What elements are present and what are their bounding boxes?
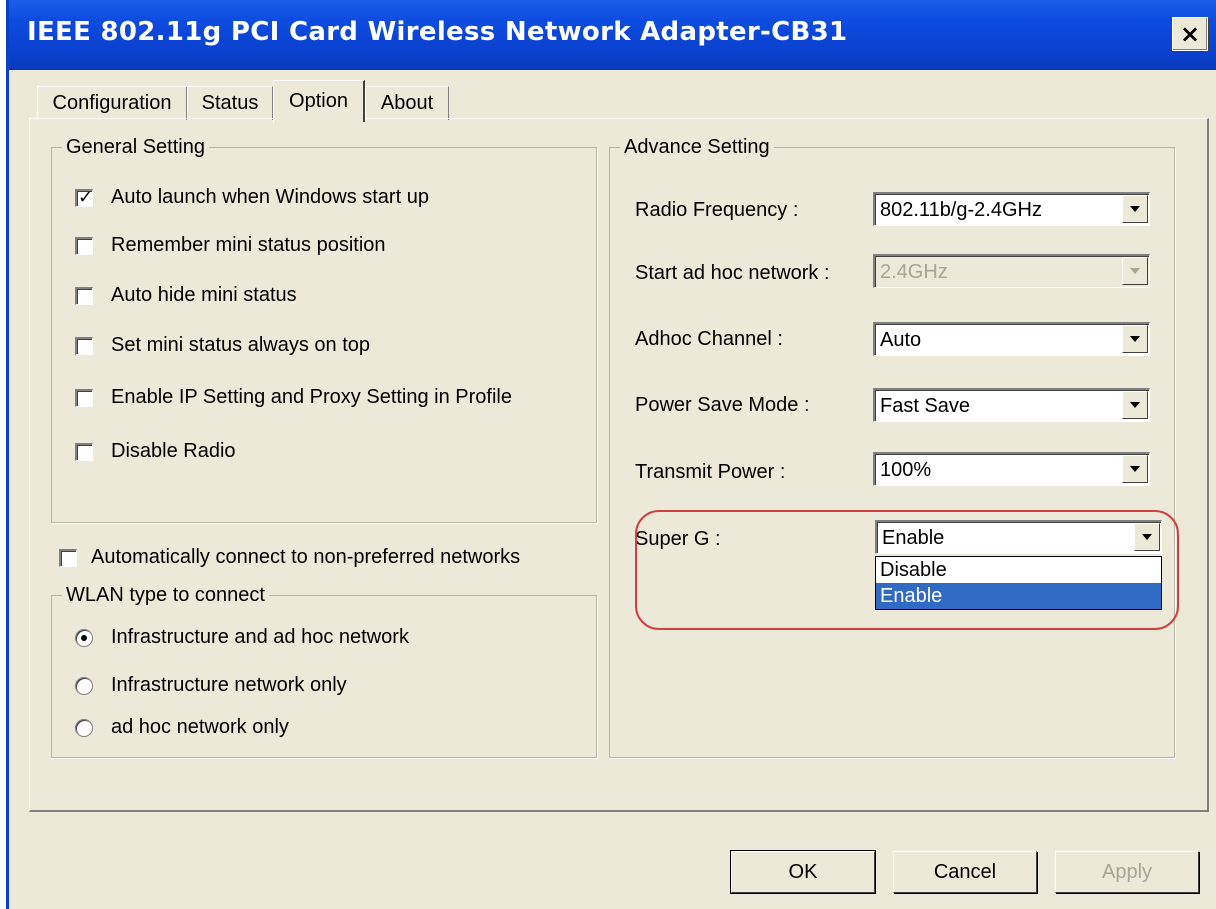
checkbox-box[interactable]: ✓ xyxy=(75,186,94,208)
dropdown-arrow-button[interactable] xyxy=(1122,455,1148,483)
tab-status[interactable]: Status xyxy=(187,86,273,120)
dropdown-arrow-button[interactable] xyxy=(1134,523,1160,551)
start-adhoc-select: 2.4GHz xyxy=(873,254,1150,288)
dropdown-arrow-button xyxy=(1122,257,1148,285)
checkbox-auto-connect[interactable]: Automatically connect to non-preferred n… xyxy=(59,546,520,569)
transmit-power-select[interactable]: 100% xyxy=(873,452,1150,486)
checkbox-enable-ip-proxy[interactable]: Enable IP Setting and Proxy Setting in P… xyxy=(75,386,512,409)
dropdown-option-enable[interactable]: Enable xyxy=(876,583,1161,609)
chevron-down-icon xyxy=(1130,206,1140,212)
apply-button: Apply xyxy=(1055,851,1199,893)
chevron-down-icon xyxy=(1130,336,1140,342)
radio-label: Infrastructure and ad hoc network xyxy=(111,626,409,648)
select-value: Enable xyxy=(882,527,945,549)
tab-configuration[interactable]: Configuration xyxy=(37,86,187,120)
close-icon: × xyxy=(1179,20,1201,48)
chevron-down-icon xyxy=(1130,402,1140,408)
advance-setting-group: Advance Setting xyxy=(609,136,1175,758)
super-g-select[interactable]: Enable xyxy=(875,520,1162,554)
radio-infra-only[interactable]: Infrastructure network only xyxy=(75,674,347,697)
checkbox-label: Disable Radio xyxy=(111,440,236,462)
radio-label: ad hoc network only xyxy=(111,716,289,738)
adhoc-channel-select[interactable]: Auto xyxy=(873,322,1150,356)
radio-dot-icon xyxy=(81,634,87,641)
checkbox-label: Set mini status always on top xyxy=(111,334,371,356)
radio-button[interactable] xyxy=(75,718,93,737)
button-label: Apply xyxy=(1101,860,1153,883)
power-save-select[interactable]: Fast Save xyxy=(873,388,1150,422)
super-g-label: Super G : xyxy=(635,528,721,550)
dialog-window: IEEE 802.11g PCI Card Wireless Network A… xyxy=(6,0,1216,909)
radio-adhoc-only[interactable]: ad hoc network only xyxy=(75,716,289,739)
chevron-down-icon xyxy=(1130,466,1140,472)
window-title: IEEE 802.11g PCI Card Wireless Network A… xyxy=(27,17,848,47)
tab-label: About xyxy=(380,92,434,114)
tab-label: Option xyxy=(289,90,348,112)
checkbox-box[interactable] xyxy=(75,336,93,355)
tab-about[interactable]: About xyxy=(365,86,449,120)
radio-frequency-label: Radio Frequency : xyxy=(635,199,799,221)
checkbox-box[interactable] xyxy=(59,548,77,567)
super-g-dropdown-list: Disable Enable xyxy=(875,556,1162,610)
checkbox-box[interactable] xyxy=(75,236,93,255)
checkbox-auto-hide[interactable]: Auto hide mini status xyxy=(75,284,297,307)
dropdown-arrow-button[interactable] xyxy=(1122,195,1148,223)
wlan-type-legend: WLAN type to connect xyxy=(66,584,265,606)
close-button[interactable]: × xyxy=(1172,17,1208,51)
general-setting-legend: General Setting xyxy=(66,136,205,158)
checkbox-label: Automatically connect to non-preferred n… xyxy=(91,546,521,568)
button-label: Cancel xyxy=(933,860,997,883)
checkbox-always-on-top[interactable]: Set mini status always on top xyxy=(75,334,370,357)
button-label: OK xyxy=(788,860,818,883)
checkbox-auto-launch[interactable]: ✓ Auto launch when Windows start up xyxy=(75,186,429,209)
title-bar[interactable]: IEEE 802.11g PCI Card Wireless Network A… xyxy=(9,0,1216,70)
tab-option[interactable]: Option xyxy=(273,80,365,122)
advance-setting-legend: Advance Setting xyxy=(624,136,770,158)
radio-infra-and-adhoc[interactable]: Infrastructure and ad hoc network xyxy=(75,626,409,649)
adhoc-channel-label: Adhoc Channel : xyxy=(635,328,783,350)
checkbox-label: Enable IP Setting and Proxy Setting in P… xyxy=(111,386,512,408)
ok-button[interactable]: OK xyxy=(730,850,876,894)
select-value: Auto xyxy=(880,329,922,351)
checkbox-label: Auto hide mini status xyxy=(111,284,297,306)
checkbox-label: Remember mini status position xyxy=(111,234,386,256)
cancel-button[interactable]: Cancel xyxy=(893,851,1037,893)
checkbox-box[interactable] xyxy=(75,442,93,461)
radio-frequency-select[interactable]: 802.11b/g-2.4GHz xyxy=(873,192,1150,226)
power-save-label: Power Save Mode : xyxy=(635,394,810,416)
start-adhoc-label: Start ad hoc network : xyxy=(635,262,830,284)
radio-button[interactable] xyxy=(75,628,93,647)
checkbox-box[interactable] xyxy=(75,388,93,407)
checkbox-disable-radio[interactable]: Disable Radio xyxy=(75,440,236,463)
radio-button[interactable] xyxy=(75,676,93,695)
checkbox-remember-position[interactable]: Remember mini status position xyxy=(75,234,386,257)
dropdown-option-disable[interactable]: Disable xyxy=(876,557,1161,583)
tab-label: Configuration xyxy=(52,92,172,114)
chevron-down-icon xyxy=(1130,268,1140,274)
dropdown-arrow-button[interactable] xyxy=(1122,391,1148,419)
check-icon: ✓ xyxy=(78,186,94,208)
radio-label: Infrastructure network only xyxy=(111,674,347,696)
checkbox-box[interactable] xyxy=(75,286,93,305)
checkbox-label: Auto launch when Windows start up xyxy=(111,186,429,208)
dropdown-arrow-button[interactable] xyxy=(1122,325,1148,353)
select-value: Fast Save xyxy=(880,395,971,417)
chevron-down-icon xyxy=(1142,534,1152,540)
select-value: 100% xyxy=(880,459,932,481)
tab-label: Status xyxy=(201,92,259,114)
select-value: 802.11b/g-2.4GHz xyxy=(880,199,1042,221)
select-value: 2.4GHz xyxy=(880,261,948,283)
transmit-power-label: Transmit Power : xyxy=(635,461,786,483)
